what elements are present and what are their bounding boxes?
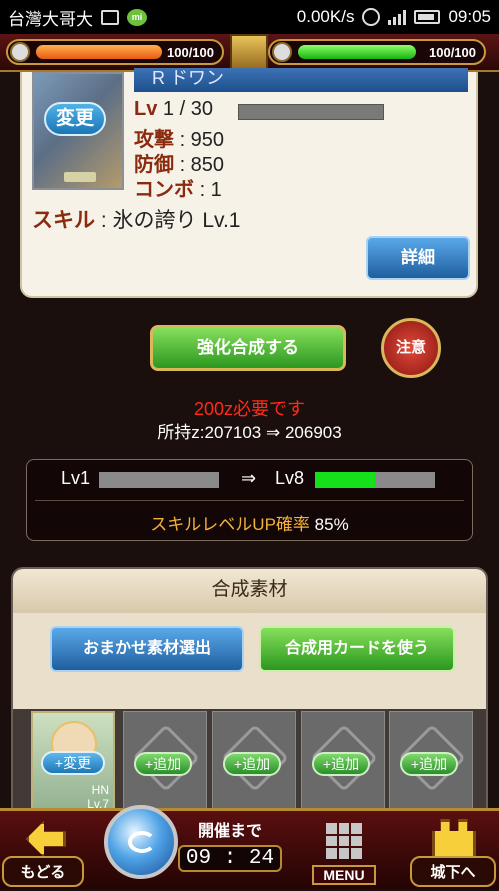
stamina-icon [10,42,30,62]
level-to-bar-fill [315,472,375,488]
add-material-button[interactable]: +追加 [223,752,281,776]
top-hud: 100/100 100/100 [0,34,499,74]
change-card-button[interactable]: 変更 [44,102,106,136]
exp-bar [238,104,384,120]
stamina-gauge: 100/100 [6,39,224,65]
level-arrow: ⇒ [241,468,257,488]
skill-label: スキル [32,209,95,232]
use-card-button[interactable]: 合成用カードを使う [259,626,455,672]
add-material-button[interactable]: +追加 [400,752,458,776]
combo-row: コンボ : 1 [134,173,222,202]
back-arrow-icon [26,821,66,857]
event-timer: 開催まで 09 : 24 [178,817,282,887]
add-material-button[interactable]: +追加 [312,752,370,776]
card-info-panel: 変更 R ドワン Lv 1 / 30 攻撃 : 950 防御 : 850 コンボ… [20,68,478,298]
mi-chat-icon: mi [127,8,147,26]
swirl-icon [128,831,156,853]
bp-icon [272,42,292,62]
status-bar: 台灣大哥大 mi 0.00K/s 09:05 [0,0,499,34]
material-title: 合成素材 [13,569,486,613]
level-from-bar [99,472,219,488]
divider [35,500,464,501]
net-speed: 0.00K/s [296,7,355,26]
combo-value: : 1 [199,179,222,201]
lv-value: 1 / 30 [162,98,213,120]
skill-value: : 氷の誇り Lv.1 [100,209,241,232]
material-change-button[interactable]: +変更 [41,751,105,775]
add-material-button[interactable]: +追加 [134,752,192,776]
caution-button[interactable]: 注意 [381,318,441,378]
event-timer-value: 09 : 24 [178,845,282,872]
level-to: Lv8 [275,468,305,488]
battery-icon [414,10,441,24]
synthesize-button[interactable]: 強化合成する [150,325,346,371]
castle-label: 城下へ [410,856,496,887]
material-panel: 合成素材 おまかせ素材選出 合成用カードを使う +変更 HN Lv.7 +追加 … [11,567,488,827]
detail-button[interactable]: 詳細 [366,236,470,280]
stamina-fill [36,45,162,59]
material-card-name: HN [91,783,109,797]
bottom-navigation: もどる 開催まで 09 : 24 MENU 城下へ [0,805,499,891]
back-label: もどる [2,856,84,887]
event-orb-button[interactable] [104,805,178,879]
menu-label: MENU [312,865,376,885]
skillup-label: スキルレベルUP確率 [150,515,310,534]
clock-time: 09:05 [448,7,491,26]
lv-row: Lv 1 / 30 [134,98,213,121]
image-notification-icon [101,9,119,25]
combo-label: コンボ [134,179,194,201]
castle-icon [432,819,476,859]
card-name: R ドワン [134,68,468,92]
bp-fill [298,45,416,59]
skill-row: スキル : 氷の誇り Lv.1 [32,204,240,234]
menu-grid-icon [326,823,362,859]
skillup-rate: スキルレベルUP確率 85% [27,510,472,535]
event-timer-label: 開催まで [197,823,262,840]
card-rarity-tag [64,172,96,182]
bp-gauge: 100/100 [268,39,486,65]
owned-zeny: 所持z:207103 ⇒ 206903 [157,423,342,442]
back-button[interactable]: もどる [2,819,84,891]
stamina-value: 100/100 [167,45,214,60]
alarm-icon [362,8,381,26]
material-slot-1[interactable]: +変更 HN Lv.7 [31,711,115,819]
castle-town-button[interactable]: 城下へ [410,819,496,891]
level-preview-panel: Lv1 ⇒ Lv8 スキルレベルUP確率 85% [26,459,473,541]
level-from: Lv1 [61,468,91,488]
bp-value: 100/100 [429,45,476,60]
menu-button[interactable]: MENU [312,819,376,889]
auto-select-button[interactable]: おまかせ素材選出 [50,626,244,672]
signal-icon [388,9,407,25]
lv-label: Lv [134,98,158,120]
skillup-value: 85% [314,515,349,534]
carrier-label: 台灣大哥大 [8,9,93,29]
